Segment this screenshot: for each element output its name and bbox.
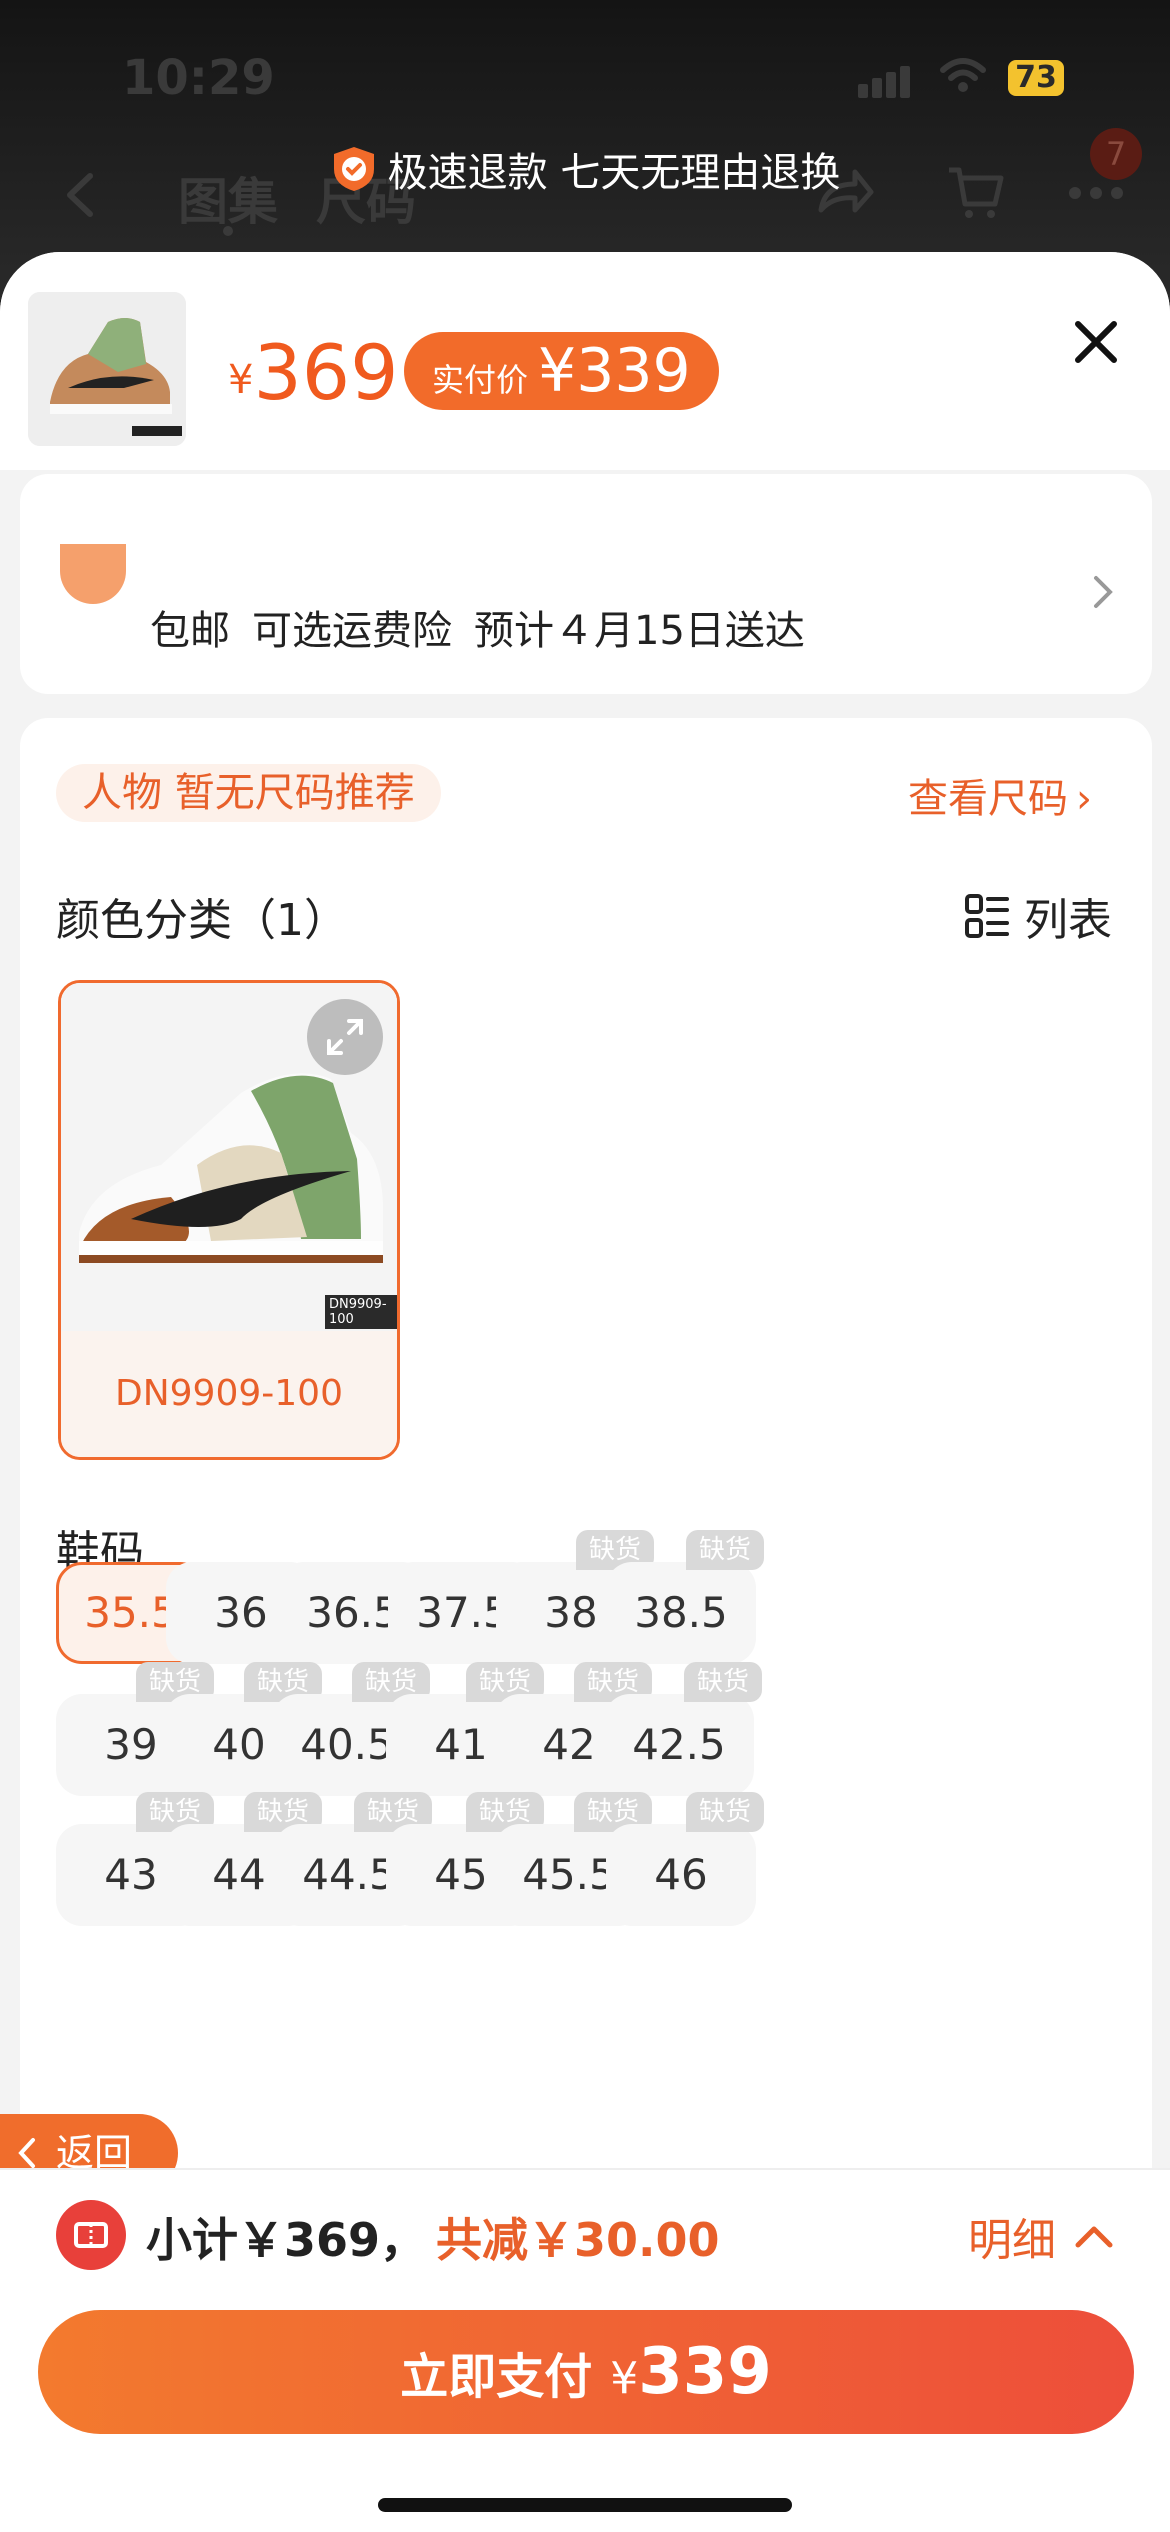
shipping-insurance: 可选运费险 — [252, 608, 452, 654]
free-shipping: 包邮 — [150, 608, 230, 654]
battery-indicator: 73 — [1008, 60, 1064, 96]
color-option-label: DN9909-100 — [61, 1331, 397, 1457]
home-indicator — [378, 2498, 792, 2512]
size-recommendation: 人物 暂无尺码推荐 — [56, 764, 441, 822]
price-symbol: ¥ — [228, 357, 254, 403]
refund-text: 极速退款 七天无理由退换 — [387, 150, 841, 196]
shipping-info: 包邮 可选运费险 预计４月15日送达 — [150, 598, 827, 656]
shipping-card[interactable]: 包邮 可选运费险 预计４月15日送达 — [20, 474, 1152, 694]
product-price: ¥369 — [228, 328, 399, 417]
pay-amount: 339 — [638, 2335, 772, 2409]
color-option-card[interactable]: DN9909-100 DN9909-100 — [58, 980, 400, 1460]
real-price-badge: 实付价 ¥339 — [404, 332, 719, 410]
wifi-icon — [940, 58, 986, 92]
view-size-chart-link[interactable]: 查看尺码 › — [908, 766, 1092, 824]
out-of-stock-tag: 缺货 — [686, 1792, 764, 1832]
list-view-toggle[interactable]: 列表 — [964, 884, 1112, 948]
delivery-estimate: 预计４月15日送达 — [474, 608, 805, 654]
out-of-stock-tag: 缺货 — [686, 1530, 764, 1570]
status-time: 10:29 — [122, 50, 275, 106]
status-bar: 10:29 73 — [0, 44, 1170, 114]
color-option-image-code: DN9909-100 — [325, 1295, 397, 1329]
detail-toggle[interactable]: 明细 — [968, 2204, 1114, 2268]
detail-label: 明细 — [968, 2215, 1056, 2266]
shipping-icon — [60, 544, 126, 604]
shoe-thumbnail-image — [28, 292, 186, 446]
chevron-right-icon — [1094, 576, 1113, 608]
real-price-value: ¥339 — [538, 336, 691, 406]
shield-check-icon — [333, 147, 374, 191]
pay-now-button[interactable]: 立即支付 ¥339 — [38, 2310, 1134, 2434]
list-icon — [965, 894, 1009, 938]
coupon-icon — [56, 2200, 126, 2270]
refund-banner: 极速退款 七天无理由退换 — [0, 140, 1170, 198]
size-option-38.5[interactable]: 38.5 — [606, 1562, 756, 1664]
sheet-header: ¥369 实付价 ¥339 — [0, 252, 1170, 470]
chevron-right-icon: › — [1076, 776, 1092, 822]
list-view-label: 列表 — [1024, 895, 1112, 946]
price-value: 369 — [253, 328, 399, 417]
chevron-up-icon — [1075, 2226, 1113, 2248]
tab-indicator — [223, 226, 233, 236]
subtotal: 小计￥369， — [146, 2213, 427, 2267]
product-thumbnail[interactable] — [28, 292, 186, 446]
color-section-title: 颜色分类（1） — [56, 895, 348, 946]
size-option-46[interactable]: 46 — [606, 1824, 756, 1926]
total-discount: 共减￥30.00 — [436, 2213, 720, 2267]
real-price-label: 实付价 — [432, 361, 529, 399]
out-of-stock-tag: 缺货 — [684, 1662, 762, 1702]
pay-symbol: ¥ — [610, 2353, 639, 2404]
chevron-left-icon — [18, 2138, 35, 2168]
checkout-footer: 小计￥369， 共减￥30.00 明细 立即支付 ¥339 — [0, 2168, 1170, 2532]
close-icon[interactable] — [1068, 314, 1124, 370]
cellular-signal-icon — [858, 66, 914, 98]
pay-label: 立即支付 — [400, 2349, 593, 2405]
view-size-chart-label: 查看尺码 — [908, 776, 1068, 822]
size-option-42.5[interactable]: 42.5 — [604, 1694, 754, 1796]
expand-icon[interactable] — [307, 999, 383, 1075]
